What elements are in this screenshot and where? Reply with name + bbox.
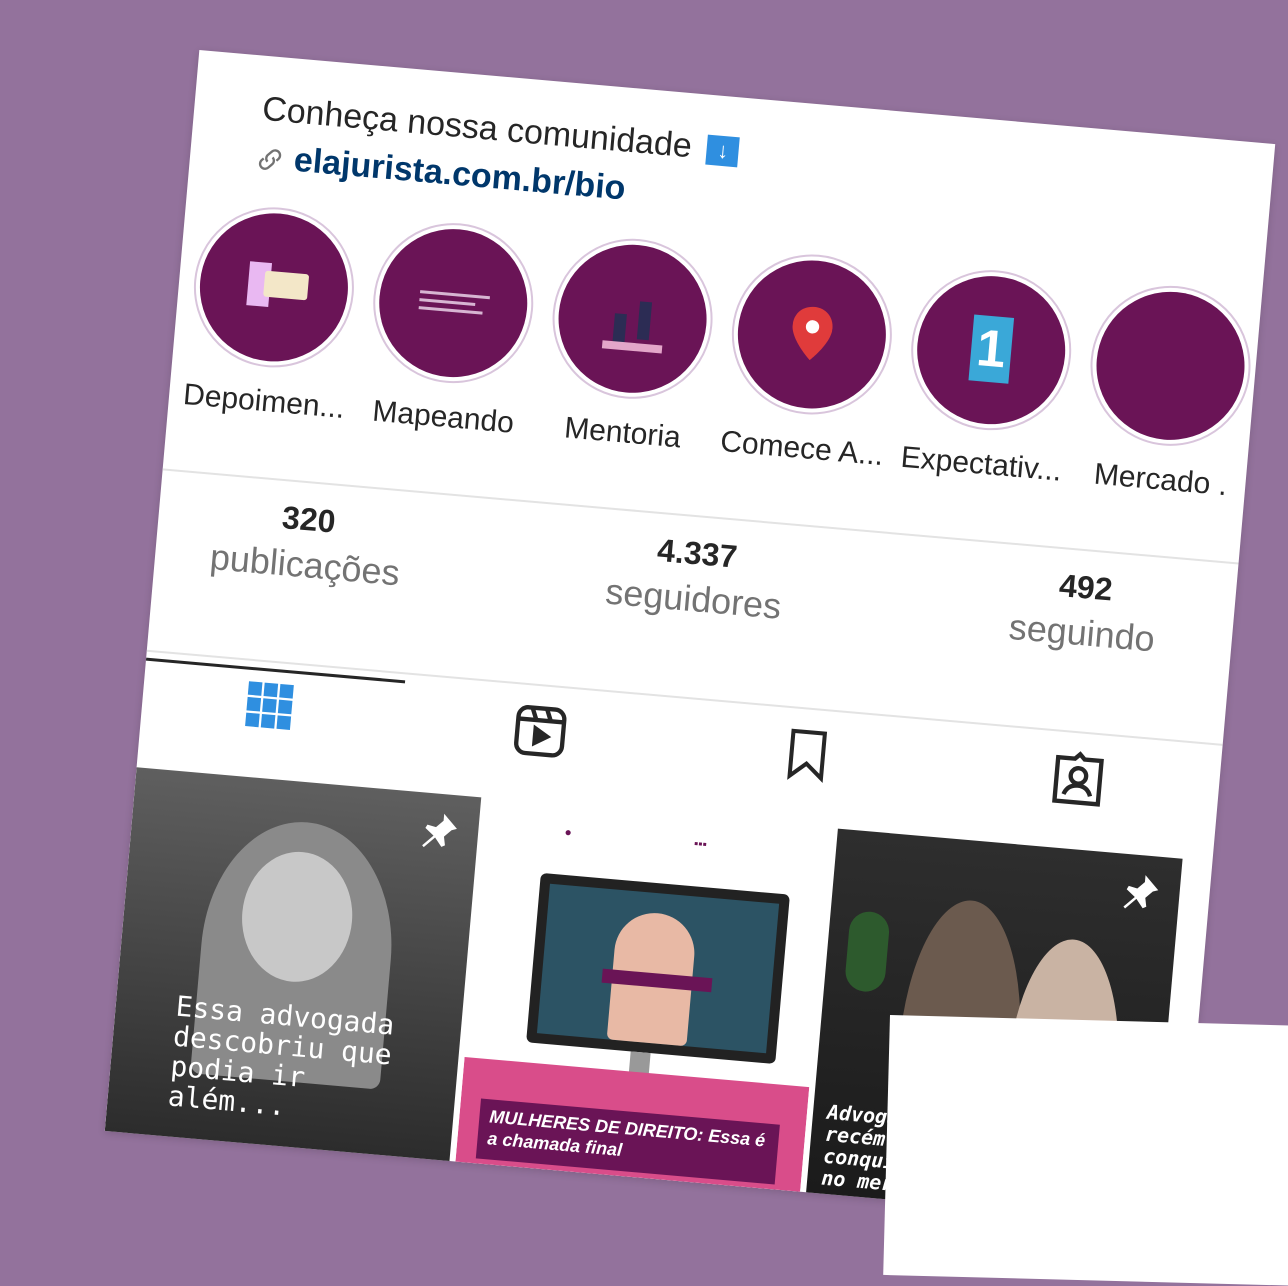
tab-posts-grid-icon[interactable] bbox=[240, 676, 305, 741]
highlight-depoimentos[interactable]: Depoimen... bbox=[178, 200, 366, 426]
highlight-label: Mapeando bbox=[371, 394, 516, 440]
highlight-mercado[interactable]: Mercado . bbox=[1074, 279, 1262, 505]
pinned-icon bbox=[1123, 875, 1159, 909]
pinned-icon bbox=[422, 813, 457, 848]
highlight-label: Expectativ... bbox=[899, 440, 1063, 488]
number-one-icon: 1 bbox=[968, 314, 1015, 384]
highlight-label: Mercado . bbox=[1092, 457, 1229, 503]
posts-count: 320 publicações bbox=[208, 499, 402, 594]
tab-tagged-user-icon[interactable] bbox=[1047, 747, 1112, 812]
tab-reels-icon[interactable] bbox=[509, 700, 574, 765]
following-count[interactable]: 492 seguindo bbox=[931, 556, 1237, 667]
story-highlights: Depoimen... Mapeando Mentoria Comece A..… bbox=[164, 199, 1262, 542]
location-pin-icon bbox=[792, 306, 833, 361]
highlight-expectativa[interactable]: 1 Expectativ... bbox=[895, 263, 1083, 489]
highlight-label: Depoimen... bbox=[181, 377, 346, 425]
mapeando-logo: ▪▪▪ bbox=[693, 836, 708, 852]
white-overlay-corner bbox=[883, 1015, 1288, 1286]
post-caption: Essa advogada descobriu que podia ir alé… bbox=[166, 989, 396, 1123]
down-arrow-icon: ↓ bbox=[705, 134, 741, 168]
highlight-comece[interactable]: Comece A... bbox=[716, 247, 904, 473]
highlight-label: Mentoria bbox=[563, 411, 683, 455]
link-icon bbox=[258, 149, 282, 170]
followers-count[interactable]: 4.337 seguidores bbox=[542, 522, 848, 633]
post-tile[interactable]: ● ▪▪▪ MULHERES DE DIREITO: Essa é a cham… bbox=[454, 797, 832, 1207]
tab-saved-bookmark-icon[interactable] bbox=[778, 723, 843, 788]
post-tile[interactable]: Essa advogada descobriu que podia ir alé… bbox=[104, 767, 482, 1176]
highlight-mapeando[interactable]: Mapeando bbox=[357, 216, 545, 442]
highlight-label: Comece A... bbox=[719, 424, 885, 473]
brand-logo: ● bbox=[563, 824, 573, 840]
highlight-mentoria[interactable]: Mentoria bbox=[536, 232, 724, 458]
monitor-graphic bbox=[526, 872, 790, 1065]
